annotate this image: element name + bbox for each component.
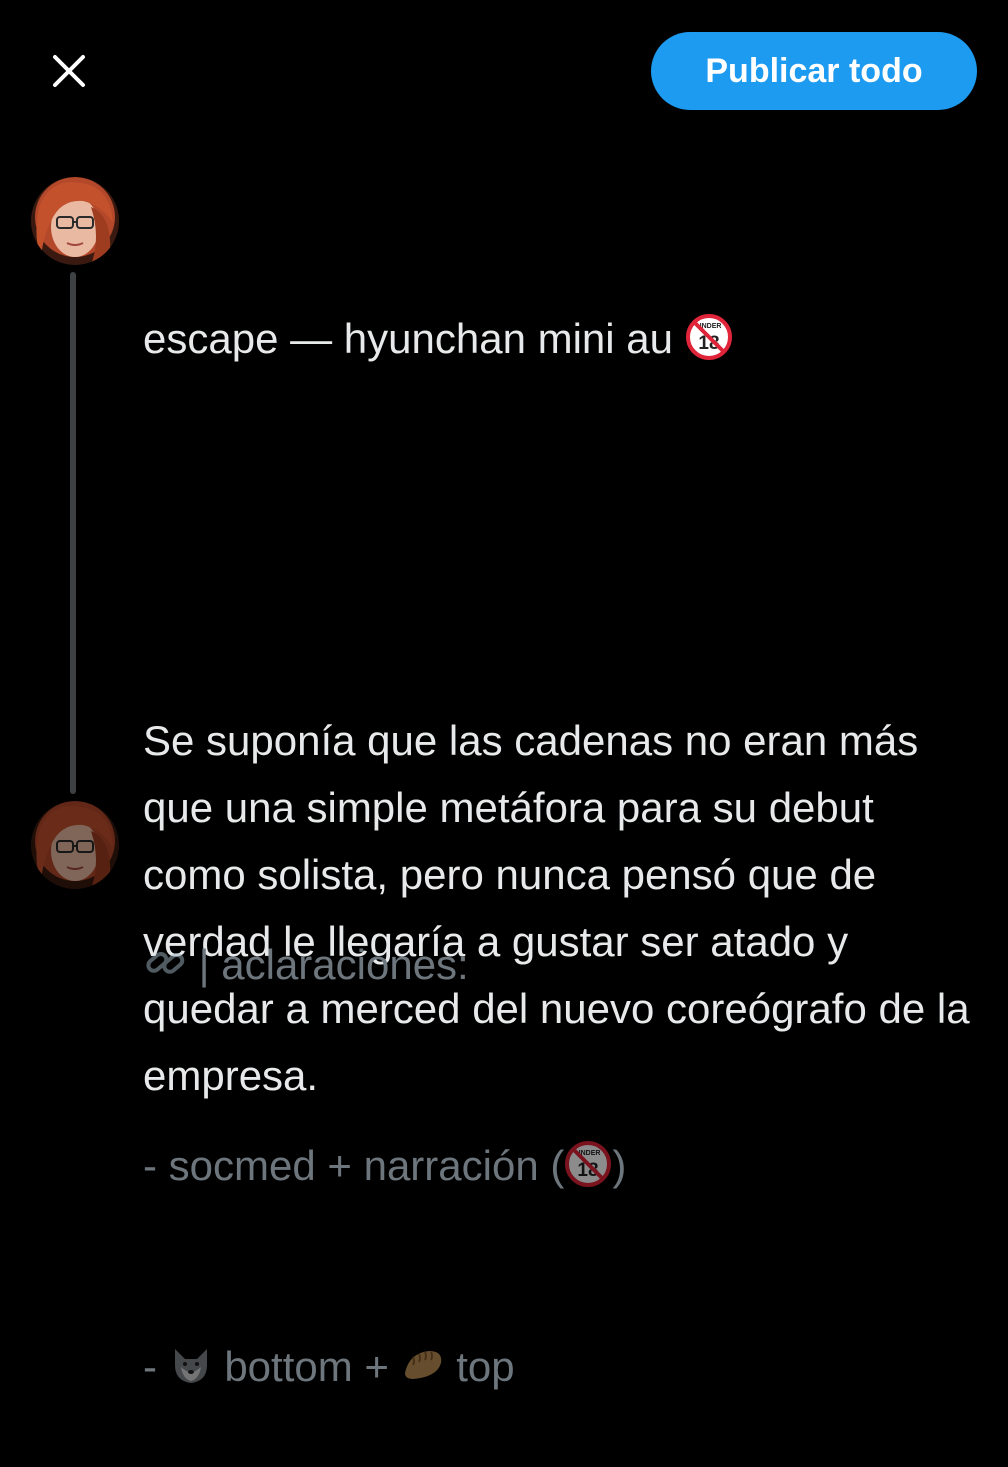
thread-connector-line: [70, 272, 76, 794]
close-icon: [53, 55, 85, 87]
no-under-18-icon: UNDER 18: [685, 314, 732, 360]
publish-all-button[interactable]: Publicar todo: [651, 32, 977, 110]
post-line-1-text: | aclaraciones:: [187, 941, 469, 988]
post-line-3: - bottom + top: [143, 1333, 983, 1400]
post-title-text: escape — hyunchan mini au: [143, 315, 685, 362]
dumpling-icon: [404, 1351, 441, 1379]
post-title: escape — hyunchan mini au UNDER 18: [143, 305, 983, 372]
thread-post-2[interactable]: | aclaraciones: - socmed + narración ( U…: [143, 797, 983, 1467]
no-under-18-icon: UNDER 18: [565, 1141, 612, 1187]
avatar[interactable]: [31, 177, 119, 265]
post-line-3-mid: bottom +: [212, 1343, 401, 1390]
post-line-2-suffix: ): [612, 1142, 627, 1189]
close-button[interactable]: [42, 44, 96, 98]
post-line-1: | aclaraciones:: [143, 931, 983, 998]
post-line-3-prefix: -: [143, 1343, 169, 1390]
avatar[interactable]: [31, 801, 119, 889]
post-line-3-suffix: top: [444, 1343, 515, 1390]
post-line-2: - socmed + narración ( UNDER 18 ): [143, 1132, 983, 1199]
wolf-icon: [174, 1349, 207, 1383]
link-icon: [146, 951, 185, 974]
post-line-2-prefix: - socmed + narración (: [143, 1142, 565, 1189]
